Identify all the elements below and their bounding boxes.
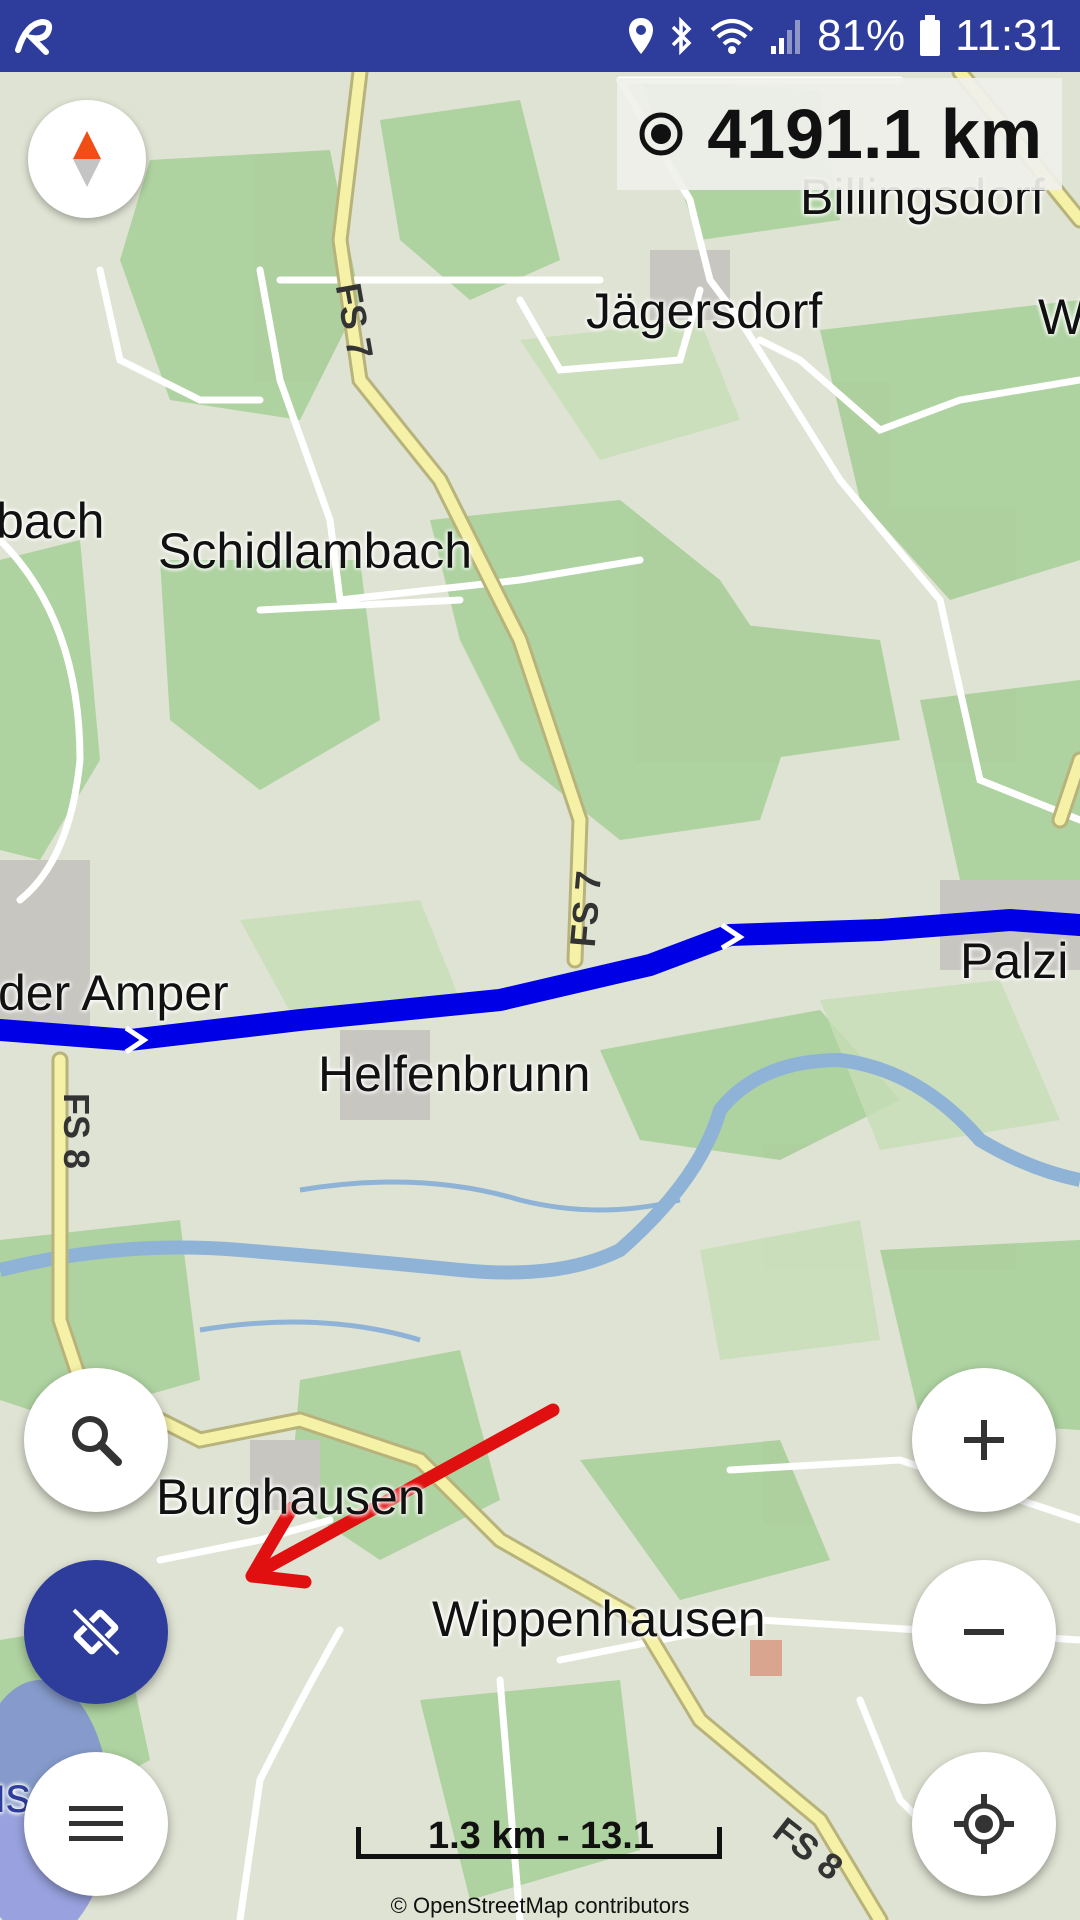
location-pin-icon <box>629 18 654 54</box>
distance-value: 4191.1 km <box>707 95 1042 173</box>
place-label-schidlambach: Schidlambach <box>158 523 473 579</box>
cell-signal-icon <box>771 20 801 54</box>
road-label-fs7-mid: FS 7 <box>561 869 610 949</box>
zoom-out-button[interactable] <box>912 1560 1056 1704</box>
place-label-jaegersdorf: Jägersdorf <box>586 283 823 339</box>
my-location-icon <box>954 1794 1014 1854</box>
battery-percent: 81% <box>817 11 906 60</box>
place-label-bach: bach <box>0 493 105 549</box>
track-toggle-button[interactable] <box>24 1560 168 1704</box>
bluetooth-icon <box>671 16 692 56</box>
status-bar: 81% 11:31 <box>0 0 1080 72</box>
compass-button[interactable] <box>28 100 146 218</box>
plus-icon <box>964 1420 1004 1460</box>
my-location-button[interactable] <box>912 1752 1056 1896</box>
place-label-der-amper: der Amper <box>0 965 229 1021</box>
search-button[interactable] <box>24 1368 168 1512</box>
app-logo-icon <box>15 18 53 55</box>
compass-icon <box>73 131 101 187</box>
battery-icon <box>920 15 941 56</box>
minus-icon <box>964 1629 1004 1635</box>
record-icon <box>639 112 683 156</box>
road-label-fs8-left: FS 8 <box>56 1092 98 1170</box>
place-label-wippenhausen: Wippenhausen <box>432 1591 766 1647</box>
clock: 11:31 <box>955 11 1062 60</box>
distance-panel[interactable]: 4191.1 km <box>617 78 1062 190</box>
place-label-w: W <box>1038 289 1080 345</box>
place-label-palzi: Palzi <box>960 933 1069 989</box>
track-off-icon <box>71 1607 121 1657</box>
zoom-in-button[interactable] <box>912 1368 1056 1512</box>
search-icon <box>72 1416 122 1466</box>
map-attribution[interactable]: © OpenStreetMap contributors <box>0 1893 1080 1919</box>
scale-bar-label: 1.3 km - 13.1 <box>427 1815 655 1857</box>
menu-button[interactable] <box>24 1752 168 1896</box>
wifi-icon <box>710 19 754 54</box>
scale-bar: 1.3 km - 13.1 <box>356 1815 726 1859</box>
menu-icon <box>69 1806 123 1841</box>
place-label-helfenbrunn: Helfenbrunn <box>318 1046 591 1102</box>
place-label-burghausen: Burghausen <box>156 1469 426 1525</box>
